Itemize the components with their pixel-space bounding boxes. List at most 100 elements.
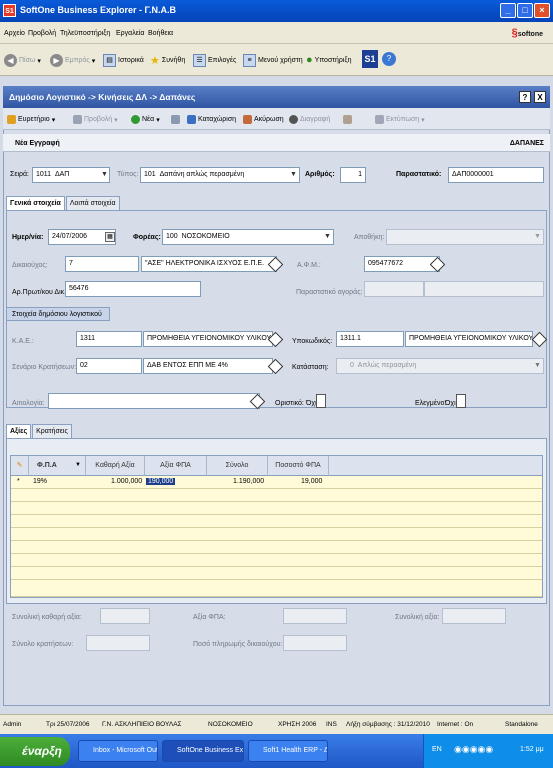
form-help-button[interactable]: ? (519, 91, 531, 103)
edit-pencil-icon: ✎ (16, 462, 23, 469)
user-menu-button[interactable]: ≡ Μενού χρήστη (243, 54, 303, 67)
empty-row[interactable] (11, 502, 542, 515)
sub-tabs: Αξίες Κρατήσεις (6, 424, 73, 438)
beneficiary-code-field[interactable]: 7 (65, 256, 139, 272)
cell-net[interactable]: 1.000,000 (111, 478, 142, 485)
empty-row[interactable] (11, 554, 542, 567)
system-tray: EN ◉◉◉◉◉ 1:52 μμ (423, 734, 553, 768)
form-close-button[interactable]: X (534, 91, 546, 103)
empty-row[interactable] (11, 515, 542, 528)
taskbar-item-outlook[interactable]: Inbox - Microsoft Out... (78, 740, 158, 762)
taskbar-item-health-erp[interactable]: Soft1 Health ERP - Δ... (248, 740, 328, 762)
number-field[interactable]: 1 (340, 167, 366, 183)
finder-button[interactable]: Ευρετήριο ▾ (7, 115, 55, 124)
grid-header-percent[interactable]: Ποσοστό ΦΠΑ (268, 456, 329, 476)
forward-button[interactable]: ▶ Εμπρός ▾ (50, 54, 95, 67)
clock: 1:52 μμ (520, 746, 544, 753)
new-button[interactable]: Νέα ▾ (131, 115, 160, 124)
support-button[interactable]: ● Υποστήριξη (306, 54, 352, 66)
navigation-toolbar: ◀ Πίσω ▾ ▶ Εμπρός ▾ ▤ Ιστορικά ★ Συνήθη ☰ Επι… (0, 44, 553, 76)
language-indicator[interactable]: EN (432, 746, 442, 753)
maximize-button[interactable]: □ (517, 3, 533, 18)
grid-header-net[interactable]: Καθαρή Αξία (86, 456, 145, 476)
window-title: SoftOne Business Explorer - Γ.Ν.Α.Β (20, 5, 176, 15)
menu-help[interactable]: Βοήθεια (148, 30, 173, 37)
row-marker: * (17, 478, 20, 485)
favorites-button[interactable]: ★ Συνήθη (150, 54, 185, 67)
checked-checkbox[interactable] (456, 394, 466, 408)
cell-percent[interactable]: 19,000 (301, 478, 322, 485)
star-icon: ★ (150, 55, 160, 67)
help-button[interactable]: ? (382, 52, 396, 66)
empty-row[interactable] (11, 541, 542, 554)
kae-code-field[interactable]: 1311 (76, 331, 142, 347)
state-dropdown-icon[interactable]: ▼ (534, 362, 541, 369)
menu-view[interactable]: Προβολή (28, 30, 56, 37)
agency-select[interactable]: 100 ΝΟΣΟΚΟΜΕΙΟ (162, 229, 334, 245)
justification-field[interactable] (48, 393, 260, 409)
subcode-code-field[interactable]: 1311.1 (336, 331, 404, 347)
tray-icons[interactable]: ◉◉◉◉◉ (454, 744, 493, 755)
calendar-icon[interactable]: ▦ (105, 232, 115, 242)
print-button[interactable]: Εκτύπωση ▾ (375, 115, 425, 124)
vat-column-dropdown-icon[interactable]: ▼ (75, 462, 81, 468)
s1-button[interactable]: S1 (362, 50, 378, 68)
cancel-button[interactable]: Ακύρωση (243, 115, 284, 124)
type-dropdown-icon[interactable]: ▼ (290, 171, 297, 178)
start-button[interactable]: έναρξη (0, 737, 70, 766)
menu-file[interactable]: Αρχείο (4, 30, 25, 37)
form-toolbar: Ευρετήριο ▾ Προβολή ▾ Νέα ▾ Καταχώριση Α… (3, 108, 550, 130)
table-row[interactable]: * 19% 1.000,000 190,000 1.190,000 19,000 (11, 476, 542, 489)
kae-name-field[interactable]: ΠΡΟΜΗΘΕΙΑ ΥΓΕΙΟΝΟΜΙΚΟΥ ΥΛΙΚΟΥ (143, 331, 273, 347)
scenario-code-field[interactable]: 02 (76, 358, 142, 374)
grid-header-vat-value[interactable]: Αξία ΦΠΑ (145, 456, 207, 476)
purchase-doc-code-field[interactable] (364, 281, 424, 297)
purchase-doc-name-field[interactable] (424, 281, 544, 297)
options-button[interactable]: ☰ Επιλογές (193, 54, 236, 67)
subcode-name-field[interactable]: ΠΡΟΜΗΘΕΙΑ ΥΓΕΙΟΝΟΜΙΚΟΥ ΥΛΙΚΟΥ (405, 331, 533, 347)
history-button[interactable]: ▤ Ιστορικά (103, 54, 144, 67)
protocol-field[interactable]: 56476 (65, 281, 201, 297)
back-arrow-icon: ◀ (4, 54, 17, 67)
scenario-name-field[interactable]: ΔΑΒ ΕΝΤΟΣ ΕΠΠ ΜΕ 4% (143, 358, 273, 374)
record-module: ΔΑΠΑΝΕΣ (509, 140, 544, 147)
back-button[interactable]: ◀ Πίσω ▾ (4, 54, 41, 67)
tab-values[interactable]: Αξίες (6, 424, 32, 438)
state-select[interactable]: 0 Απλώς περασμένη (336, 358, 544, 374)
document-field[interactable]: ΔΑΠ0000001 (448, 167, 544, 183)
empty-row[interactable] (11, 580, 542, 597)
close-window-button[interactable]: × (534, 3, 550, 18)
tab-deductions[interactable]: Κρατήσεις (32, 424, 72, 438)
cell-vat[interactable]: 19% (33, 478, 47, 485)
empty-row[interactable] (11, 489, 542, 502)
grid-header-total[interactable]: Σύνολο (207, 456, 268, 476)
copy-button[interactable] (171, 115, 180, 124)
type-select[interactable]: 101 Δαπάνη απλώς περασμένη (140, 167, 300, 183)
empty-row[interactable] (11, 528, 542, 541)
cell-total[interactable]: 1.190,000 (233, 478, 264, 485)
tab-other[interactable]: Λοιπά στοιχεία (65, 196, 120, 210)
series-select[interactable]: 1011 ΔΑΠ (32, 167, 110, 183)
beneficiary-name-field[interactable]: "ΑΣΕ" ΗΛΕΚΤΡΟΝΙΚΑ ΙΣΧΥΟΣ Ε.Π.Ε. (141, 256, 277, 272)
tab-general[interactable]: Γενικά στοιχεία (6, 196, 65, 210)
empty-row[interactable] (11, 567, 542, 580)
agency-dropdown-icon[interactable]: ▼ (324, 233, 331, 240)
payable-field (283, 635, 347, 651)
cell-vat-value[interactable]: 190,000 (146, 478, 176, 485)
final-checkbox[interactable] (316, 394, 326, 408)
user-menu-icon: ≡ (243, 54, 256, 67)
warehouse-dropdown-icon[interactable]: ▼ (534, 233, 541, 240)
menu-tools[interactable]: Εργαλεία (116, 30, 144, 37)
menu-support[interactable]: Τηλεϋποστήριξη (60, 30, 110, 37)
series-dropdown-icon[interactable]: ▼ (101, 171, 108, 178)
delete-button[interactable]: Διαγραφή (289, 115, 330, 124)
warehouse-select[interactable] (386, 229, 544, 245)
scenario-label: Σενάριο Κρατήσεων: (12, 364, 77, 371)
view-button[interactable]: Προβολή ▾ (73, 115, 118, 124)
status-org: Γ.Ν. ΑΣΚΛΗΠΙΕΙΟ ΒΟΥΛΑΣ (102, 721, 182, 728)
net-total-field (100, 608, 150, 624)
save-button[interactable]: Καταχώριση (187, 115, 236, 124)
taskbar-item-softone[interactable]: SoftOne Business Ex... (162, 740, 244, 762)
minimize-button[interactable]: _ (500, 3, 516, 18)
tools-button[interactable] (343, 115, 352, 124)
